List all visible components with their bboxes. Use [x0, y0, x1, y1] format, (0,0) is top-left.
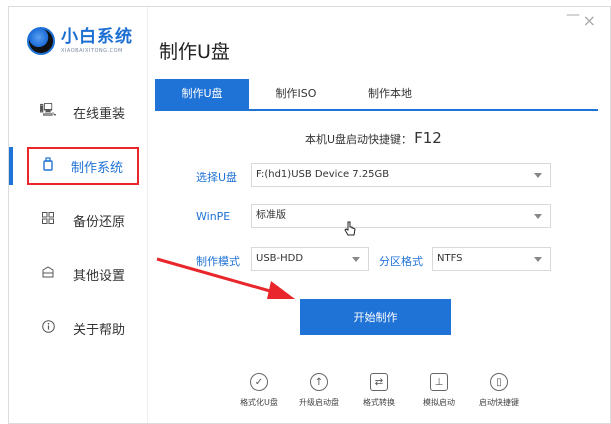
tab-make-udisk[interactable]: 制作U盘 [155, 79, 249, 109]
winpe-select-value: 标准版 [256, 210, 286, 221]
tab-make-local[interactable]: 制作本地 [343, 79, 437, 109]
tool-label: 格式转换 [363, 398, 395, 407]
winpe-label: WinPE [196, 210, 231, 223]
hotkey-value: F12 [414, 129, 442, 147]
logo-icon [27, 27, 55, 55]
sidebar-item-make-system[interactable]: 制作系统 [27, 147, 139, 185]
close-button[interactable]: × [583, 11, 596, 30]
tool-label: 模拟启动 [423, 398, 455, 407]
app-logo: 小白系统 XIAOBAIXITONG.COM [27, 27, 133, 55]
upload-circle-icon: ↑ [310, 373, 328, 391]
format-convert-tool[interactable]: ⇄ 格式转换 [349, 373, 409, 408]
check-circle-icon: ✓ [250, 373, 268, 391]
brand-name: 小白系统 [61, 27, 133, 47]
sidebar-item-label: 关于帮助 [73, 322, 126, 338]
chevron-down-icon [352, 257, 360, 262]
sidebar-item-label: 备份还原 [73, 214, 126, 230]
boot-hotkey-tool[interactable]: ▯ 启动快捷键 [469, 373, 529, 408]
tool-label: 升级启动盘 [299, 398, 339, 407]
sidebar-item-label: 制作系统 [71, 160, 124, 176]
red-arrow-annotation [156, 257, 295, 299]
hand-cursor-icon [344, 221, 356, 236]
hotkey-label: 本机U盘启动快捷键： [305, 133, 413, 146]
udisk-select[interactable]: F:(hd1)USB Device 7.25GB [251, 163, 551, 187]
brand-url: XIAOBAIXITONG.COM [61, 48, 123, 54]
simulate-boot-tool[interactable]: ⊥ 模拟启动 [409, 373, 469, 408]
mouse-icon: ▯ [490, 373, 508, 391]
page-title: 制作U盘 [159, 41, 230, 63]
select-udisk-label: 选择U盘 [196, 171, 238, 184]
tool-label: 启动快捷键 [479, 398, 519, 407]
partition-select-value: NTFS [437, 253, 463, 264]
udisk-select-value: F:(hd1)USB Device 7.25GB [256, 169, 390, 180]
start-make-button[interactable]: 开始制作 [300, 299, 451, 335]
chevron-down-icon [534, 257, 542, 262]
partition-label: 分区格式 [379, 255, 423, 268]
chevron-down-icon [534, 173, 542, 178]
tool-label: 格式化U盘 [240, 398, 278, 407]
box-icon [39, 266, 57, 282]
tab-bar: 制作U盘 制作ISO 制作本地 [155, 79, 598, 111]
hotkey-info: 本机U盘启动快捷键： F12 [305, 129, 442, 147]
tree-icon: ⊥ [430, 373, 448, 391]
partition-select[interactable]: NTFS [432, 247, 551, 271]
chevron-down-icon [534, 214, 542, 219]
sidebar-item-label: 其他设置 [73, 268, 126, 284]
monitor-icon: 🖳 [39, 103, 57, 118]
sidebar-item-backup-restore[interactable]: 备份还原 [9, 201, 147, 239]
sidebar-item-online-reinstall[interactable]: 🖳 在线重装 [9, 93, 147, 131]
app-window: — × 小白系统 XIAOBAIXITONG.COM 🖳 在线重装 制作系统 备… [8, 6, 611, 424]
tab-make-iso[interactable]: 制作ISO [249, 79, 343, 109]
usb-icon [39, 157, 57, 175]
sidebar: 小白系统 XIAOBAIXITONG.COM 🖳 在线重装 制作系统 备份还原 [9, 7, 148, 423]
minimize-button[interactable]: — [566, 7, 580, 23]
grid-icon [39, 212, 57, 228]
format-udisk-tool[interactable]: ✓ 格式化U盘 [229, 373, 289, 408]
winpe-select[interactable]: 标准版 [251, 204, 551, 228]
active-indicator [9, 147, 13, 185]
sidebar-item-other-settings[interactable]: 其他设置 [9, 255, 147, 293]
convert-icon: ⇄ [370, 373, 388, 391]
info-icon [39, 319, 57, 337]
sidebar-item-about-help[interactable]: 关于帮助 [9, 309, 147, 347]
upgrade-boot-disk-tool[interactable]: ↑ 升级启动盘 [289, 373, 349, 408]
sidebar-item-label: 在线重装 [73, 106, 126, 122]
tool-bar: ✓ 格式化U盘 ↑ 升级启动盘 ⇄ 格式转换 ⊥ 模拟启动 ▯ 启动快捷键 [229, 373, 529, 408]
